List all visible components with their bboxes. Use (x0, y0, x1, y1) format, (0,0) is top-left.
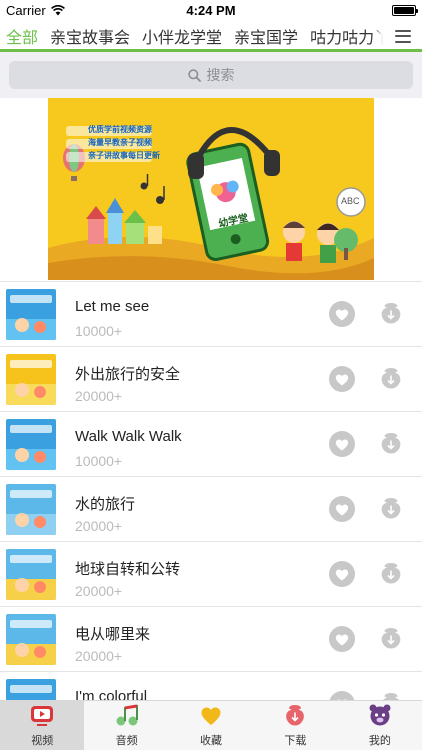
banner-line-2: 海量早教亲子视频 (88, 138, 152, 147)
video-title: Walk Walk Walk (75, 428, 182, 445)
battery-icon (392, 5, 418, 16)
download-bag-icon[interactable] (378, 560, 404, 586)
download-bag-icon[interactable] (378, 430, 404, 456)
search-icon (187, 68, 201, 82)
video-thumbnail[interactable] (6, 549, 56, 600)
bottom-tab[interactable]: 下载 (253, 701, 337, 750)
category-tabs: 全部亲宝故事会小伴龙学堂亲宝国学咕力咕力丫咿 (0, 24, 384, 48)
video-play-count: 10000+ (75, 323, 123, 339)
favorite-heart-icon[interactable] (329, 626, 355, 652)
bottom-tab-label: 视频 (31, 735, 54, 747)
bottom-tab-label: 音频 (115, 735, 138, 747)
search-area: 搜索 (0, 52, 422, 98)
category-tab[interactable]: 亲宝国学 (228, 24, 304, 48)
download-bag-icon[interactable] (378, 300, 404, 326)
video-thumbnail[interactable] (6, 614, 56, 665)
video-play-count: 10000+ (75, 453, 123, 469)
video-thumbnail[interactable] (6, 419, 56, 470)
bottom-tab[interactable]: 收藏 (169, 701, 253, 750)
download-icon (282, 702, 308, 728)
bear-icon (367, 702, 393, 728)
video-play-count: 20000+ (75, 648, 123, 664)
video-row[interactable]: 电从哪里来 20000+ (0, 606, 422, 671)
bottom-tab-label: 下载 (284, 735, 307, 747)
banner-line-1: 优质学前视频资源 (88, 125, 152, 134)
bottom-tab-label: 收藏 (200, 735, 223, 747)
menu-icon (395, 29, 411, 43)
bottom-tab-label: 我的 (368, 735, 391, 747)
category-tab[interactable]: 小伴龙学堂 (136, 24, 228, 48)
video-thumbnail[interactable] (6, 289, 56, 340)
tv-icon (29, 702, 55, 728)
music-note-icon (114, 702, 140, 728)
video-thumbnail[interactable] (6, 354, 56, 405)
video-row[interactable]: 水的旅行 20000+ (0, 476, 422, 541)
video-row[interactable]: 地球自转和公转 20000+ (0, 541, 422, 606)
banner-abc-badge: ABC (341, 196, 360, 206)
favorite-heart-icon[interactable] (329, 496, 355, 522)
video-row[interactable]: Walk Walk Walk 10000+ (0, 411, 422, 476)
category-tab[interactable]: 咕力咕力丫咿 (304, 24, 384, 48)
video-title: 地球自转和公转 (75, 561, 181, 578)
banner-line-3: 亲子讲故事每日更新 (88, 151, 160, 160)
video-title: Let me see (75, 298, 150, 315)
favorite-heart-icon[interactable] (329, 366, 355, 392)
video-play-count: 20000+ (75, 518, 123, 534)
search-placeholder: 搜索 (206, 67, 235, 83)
category-tabbar: 全部亲宝故事会小伴龙学堂亲宝国学咕力咕力丫咿 (0, 22, 422, 50)
status-bar: Carrier 4:24 PM (0, 0, 422, 22)
video-row[interactable]: 外出旅行的安全 20000+ (0, 346, 422, 411)
download-bag-icon[interactable] (378, 625, 404, 651)
video-row[interactable]: Let me see 10000+ (0, 281, 422, 346)
favorite-heart-icon[interactable] (329, 561, 355, 587)
download-bag-icon[interactable] (378, 495, 404, 521)
status-time: 4:24 PM (186, 3, 236, 18)
video-title: 电从哪里来 (75, 626, 151, 643)
heart-icon (198, 702, 224, 728)
favorite-heart-icon[interactable] (329, 301, 355, 327)
video-play-count: 20000+ (75, 583, 123, 599)
download-bag-icon[interactable] (378, 365, 404, 391)
search-input[interactable]: 搜索 (9, 61, 413, 89)
promo-banner[interactable]: 优质学前视频资源 海量早教亲子视频 亲子讲故事每日更新 幼学堂 ABC (48, 98, 374, 280)
category-menu-button[interactable] (384, 22, 422, 50)
video-thumbnail[interactable] (6, 484, 56, 535)
bottom-tab[interactable]: 音频 (84, 701, 168, 750)
favorite-heart-icon[interactable] (329, 431, 355, 457)
video-title: 水的旅行 (75, 496, 136, 513)
bottom-tab[interactable]: 视频 (0, 701, 85, 750)
video-list: Let me see 10000+ 外出旅行的安全 20000+ Walk Walk W… (0, 281, 422, 736)
battery-fill (394, 7, 414, 14)
bottom-tab[interactable]: 我的 (338, 701, 422, 750)
bottom-tab-bar: 视频 音频 收藏 下载 我的 (0, 700, 422, 750)
category-tab[interactable]: 全部 (0, 24, 44, 48)
category-tab[interactable]: 亲宝故事会 (44, 24, 136, 48)
video-title: 外出旅行的安全 (75, 366, 181, 383)
video-play-count: 20000+ (75, 388, 123, 404)
